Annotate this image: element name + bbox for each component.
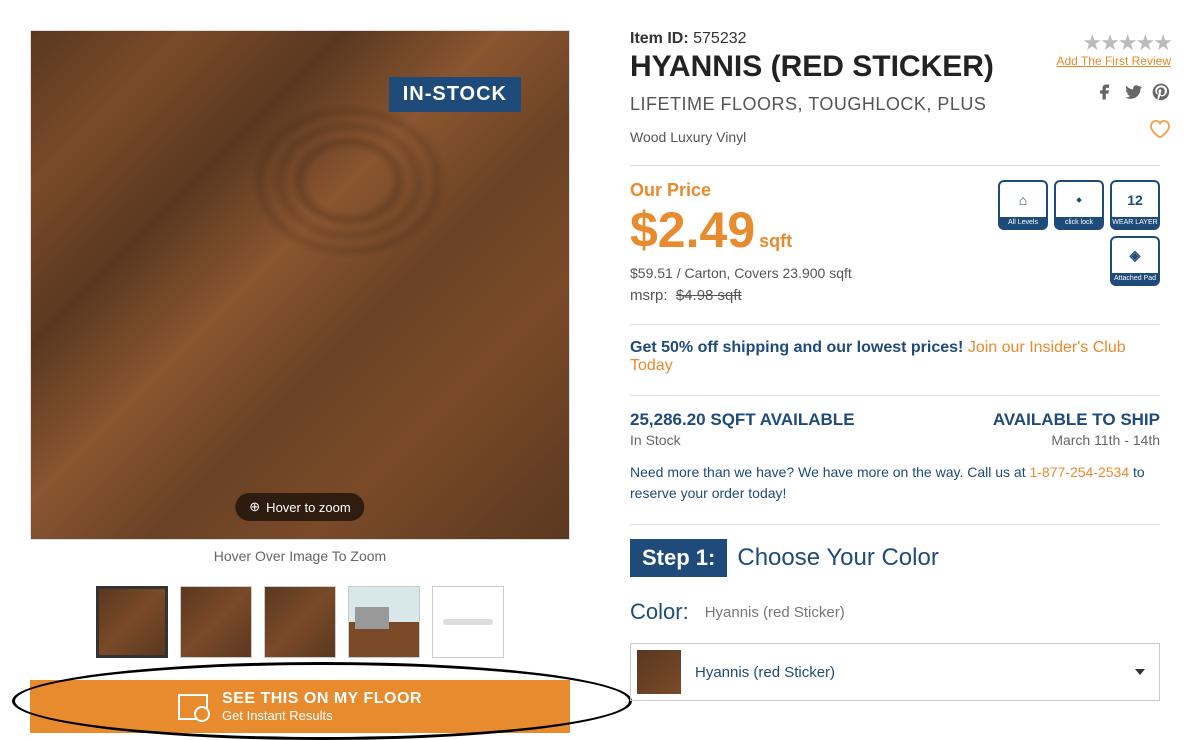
pinterest-icon[interactable] <box>1151 82 1171 102</box>
our-price-label: Our Price <box>630 180 852 201</box>
ship-label: AVAILABLE TO SHIP <box>993 410 1160 430</box>
badge-click-lock: ⬩click lock <box>1054 180 1104 230</box>
favorite-heart-icon[interactable] <box>1147 116 1171 140</box>
color-label: Color: <box>630 599 689 625</box>
camera-floor-icon <box>178 694 208 720</box>
zoom-icon: ⊕ <box>249 499 260 515</box>
color-dropdown-text: Hyannis (red Sticker) <box>695 664 1121 681</box>
promo-line: Get 50% off shipping and our lowest pric… <box>630 339 1160 375</box>
facebook-icon[interactable] <box>1095 82 1115 102</box>
price-amount: $2.49sqft <box>630 201 852 259</box>
instock-badge: IN-STOCK <box>389 77 521 112</box>
step-1-badge: Step 1: <box>630 539 727 577</box>
step-1-text: Choose Your Color <box>737 544 938 572</box>
thumbnail-5[interactable] <box>432 586 504 658</box>
need-more-text: Need more than we have? We have more on … <box>630 462 1160 504</box>
badge-all-levels: ⌂All Levels <box>998 180 1048 230</box>
cta-title: SEE THIS ON MY FLOOR <box>222 690 422 708</box>
phone-link[interactable]: 1-877-254-2534 <box>1029 464 1129 480</box>
thumbnail-1[interactable] <box>96 586 168 658</box>
rating-stars: ★★★★★ <box>1057 30 1172 56</box>
product-main-image[interactable]: IN-STOCK ⊕ Hover to zoom <box>30 30 570 540</box>
color-dropdown[interactable]: Hyannis (red Sticker) <box>630 643 1160 701</box>
see-on-my-floor-button[interactable]: SEE THIS ON MY FLOOR Get Instant Results <box>30 680 570 733</box>
badge-attached-pad: ◈Attached Pad <box>1110 236 1160 286</box>
badge-wear-layer: 12WEAR LAYER <box>1110 180 1160 230</box>
zoom-caption: Hover Over Image To Zoom <box>30 548 570 564</box>
carton-price: $59.51 / Carton, Covers 23.900 sqft <box>630 265 852 281</box>
feature-badges: ⌂All Levels ⬩click lock 12WEAR LAYER ◈At… <box>990 180 1160 286</box>
twitter-icon[interactable] <box>1123 82 1143 102</box>
thumbnail-3[interactable] <box>264 586 336 658</box>
add-first-review-link[interactable]: Add The First Review <box>1057 54 1172 68</box>
chevron-down-icon <box>1135 669 1145 675</box>
cta-subtitle: Get Instant Results <box>222 708 422 723</box>
sqft-available: 25,286.20 SQFT AVAILABLE <box>630 410 855 430</box>
stock-status: In Stock <box>630 432 855 448</box>
thumbnail-2[interactable] <box>180 586 252 658</box>
color-swatch <box>637 650 681 694</box>
msrp-line: msrp: $4.98 sqft <box>630 287 852 304</box>
hover-to-zoom-pill: ⊕ Hover to zoom <box>235 493 364 521</box>
ship-date: March 11th - 14th <box>993 432 1160 448</box>
selected-color-name: Hyannis (red Sticker) <box>705 604 845 621</box>
thumbnail-4[interactable] <box>348 586 420 658</box>
